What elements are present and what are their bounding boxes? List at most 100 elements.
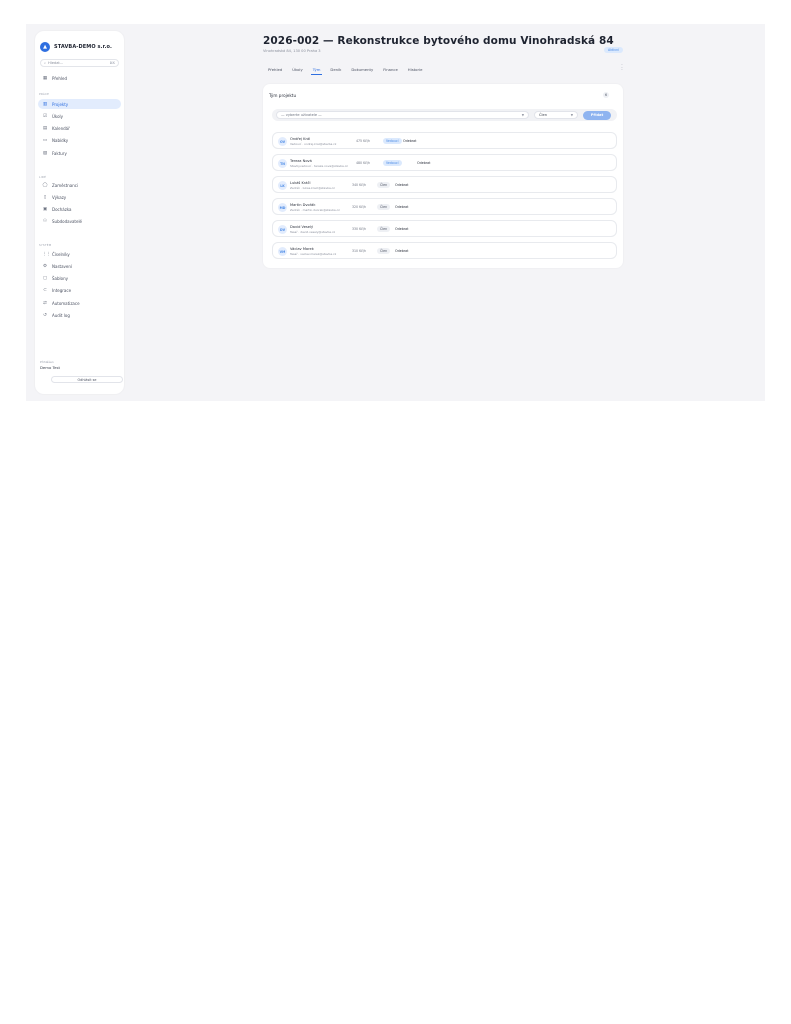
sidebar-item-1[interactable]: ☑ Úkoly: [38, 111, 121, 121]
dashboard-icon: ▦: [42, 75, 48, 81]
nav-group-system: SYSTÉM: [39, 243, 52, 247]
logged-in-label: Přihlášen: [40, 360, 54, 364]
sidebar-item-0[interactable]: ▦ Přehled: [38, 73, 121, 83]
role-select[interactable]: Člen ▼: [534, 111, 578, 119]
plug-icon: ⊂: [43, 288, 47, 294]
avatar: LK: [278, 181, 287, 190]
remove-member-button[interactable]: Odebrat: [395, 205, 408, 209]
member-list: OV Ondřej Král Vedoucí · ondrej.kral@stavb…: [272, 132, 617, 264]
chevron-down-icon: ▼: [521, 113, 524, 117]
page-title: 2026-002 — Rekonstrukce bytového domu Vi…: [263, 35, 614, 47]
tab-4[interactable]: Dokumenty: [351, 67, 373, 72]
remove-member-button[interactable]: Odebrat: [395, 249, 408, 253]
member-role-badge[interactable]: Člen: [377, 203, 391, 210]
member-name: Ondřej Král: [290, 136, 311, 141]
sidebar-item-3[interactable]: ▭ Nabídky: [38, 136, 121, 146]
member-role-badge[interactable]: Člen: [377, 181, 391, 188]
tab-6[interactable]: Historie: [408, 67, 423, 72]
sidebar-item-label: Číselníky: [52, 251, 70, 257]
worker-select[interactable]: — vyberte uživatele — ▼: [276, 111, 529, 119]
people-icon: ⚇: [42, 219, 48, 225]
member-rate: 330 Kč/h: [352, 227, 367, 231]
member-row: DV David Veselý Tesař · david.vesely@stavb…: [272, 220, 617, 237]
sidebar-item-3[interactable]: ⚇ Subdodavatelé: [38, 217, 121, 227]
team-card-title: Tým projektu: [269, 93, 297, 98]
member-row: LK Lukáš Kráčl Zedník · lukas.kracl@stavba…: [272, 176, 617, 193]
sidebar-item-label: Audit log: [52, 313, 70, 318]
brand[interactable]: ▲ STAVBA-DEMO s.r.o.: [40, 42, 112, 52]
avatar: TN: [278, 159, 287, 168]
building-icon: ▥: [42, 101, 48, 107]
more-options-icon[interactable]: · · ·: [620, 63, 624, 72]
sidebar-item-label: Faktury: [52, 150, 67, 156]
avatar: DV: [278, 225, 287, 234]
sidebar-item-label: Výkazy: [52, 194, 67, 200]
avatar: VM: [278, 247, 287, 256]
member-rate: 320 Kč/h: [352, 205, 367, 209]
member-info: Zedník · martin.dvorak@stavba.cz: [290, 207, 340, 212]
worker-select-value: — vyberte uživatele —: [281, 113, 322, 117]
app-window: ▲ STAVBA-DEMO s.r.o. ⌕ Hledat... ⌘K ▦ Pře…: [26, 24, 765, 401]
chevron-down-icon: ▼: [570, 113, 573, 117]
member-name: David Veselý: [290, 224, 314, 229]
status-badge: Aktivní: [604, 47, 623, 53]
template-icon: ▢: [42, 276, 48, 282]
role-select-value: Člen: [539, 113, 547, 117]
sidebar-item-0[interactable]: ⋮⋮ Číselníky: [38, 249, 121, 259]
tab-0[interactable]: Přehled: [268, 67, 282, 72]
search-input[interactable]: ⌕ Hledat... ⌘K: [40, 59, 119, 67]
tab-2[interactable]: Tým: [310, 67, 323, 75]
sidebar-item-0[interactable]: ◯ Zaměstnanci: [38, 180, 121, 190]
avatar: OV: [278, 137, 287, 146]
offer-icon: ▭: [42, 138, 48, 144]
member-role-badge[interactable]: Člen: [377, 225, 391, 232]
brand-name: STAVBA-DEMO s.r.o.: [54, 44, 112, 50]
remove-member-button[interactable]: Odebrat: [403, 139, 416, 143]
sidebar-item-label: Úkoly: [52, 113, 64, 119]
member-name: Václav Marek: [290, 246, 314, 251]
sidebar-item-label: Subdodavatelé: [52, 219, 83, 225]
member-info: Tesař · david.vesely@stavba.cz: [290, 229, 336, 234]
grid-icon: ⋮⋮: [42, 251, 51, 257]
tasks-icon: ☑: [42, 113, 48, 119]
sidebar-item-3[interactable]: ⊂ Integrace: [38, 286, 121, 296]
sidebar-item-1[interactable]: ⚙ Nastavení: [38, 261, 121, 271]
sidebar-item-0[interactable]: ▥ Projekty: [38, 99, 121, 109]
remove-member-button[interactable]: Odebrat: [395, 183, 408, 187]
member-role-badge[interactable]: Vedoucí: [383, 137, 402, 144]
tab-3[interactable]: Deník: [330, 67, 341, 72]
sidebar-item-5[interactable]: ↺ Audit log: [38, 311, 121, 321]
avatar: MD: [278, 203, 287, 212]
timesheet-icon: ▯: [43, 194, 47, 200]
sidebar-item-label: Kalendář: [52, 126, 70, 132]
calendar-icon: ▤: [42, 126, 48, 132]
member-info: Stavbyvedoucí · tereza.nova@stavba.cz: [290, 163, 348, 168]
member-rate: 310 Kč/h: [352, 249, 367, 253]
remove-member-button[interactable]: Odebrat: [417, 161, 430, 165]
remove-member-button[interactable]: Odebrat: [395, 227, 408, 231]
member-row: OV Ondřej Král Vedoucí · ondrej.kral@stavb…: [272, 132, 617, 149]
sidebar-item-2[interactable]: ▣ Docházka: [38, 205, 121, 215]
member-rate: 340 Kč/h: [352, 183, 367, 187]
brand-logo-icon: ▲: [40, 42, 50, 52]
member-role-badge[interactable]: Vedoucí: [383, 159, 402, 166]
member-row: VM Václav Marek Tesař · vaclav.marek@stavb…: [272, 242, 617, 259]
sidebar-item-4[interactable]: ⇄ Automatizace: [38, 298, 121, 308]
sidebar-item-1[interactable]: ▯ Výkazy: [38, 192, 121, 202]
tab-1[interactable]: Úkoly: [292, 67, 302, 72]
search-shortcut: ⌘K: [109, 61, 115, 65]
sidebar-item-label: Projekty: [52, 101, 69, 107]
logout-button[interactable]: Odhlásit se: [51, 376, 123, 383]
sidebar-item-label: Integrace: [52, 288, 72, 294]
sidebar-item-2[interactable]: ▤ Kalendář: [38, 124, 121, 134]
member-name: Lukáš Kráčl: [290, 180, 311, 185]
tab-5[interactable]: Finance: [383, 67, 398, 72]
sidebar-item-label: Nastavení: [52, 263, 73, 269]
invoice-icon: ▧: [42, 150, 48, 156]
flow-icon: ⇄: [43, 300, 47, 306]
sidebar-item-2[interactable]: ▢ Šablony: [38, 274, 121, 284]
sidebar-item-4[interactable]: ▧ Faktury: [38, 148, 121, 158]
member-role-badge[interactable]: Člen: [377, 247, 391, 254]
search-placeholder: Hledat...: [48, 61, 64, 65]
add-member-button[interactable]: Přidat: [583, 110, 611, 120]
